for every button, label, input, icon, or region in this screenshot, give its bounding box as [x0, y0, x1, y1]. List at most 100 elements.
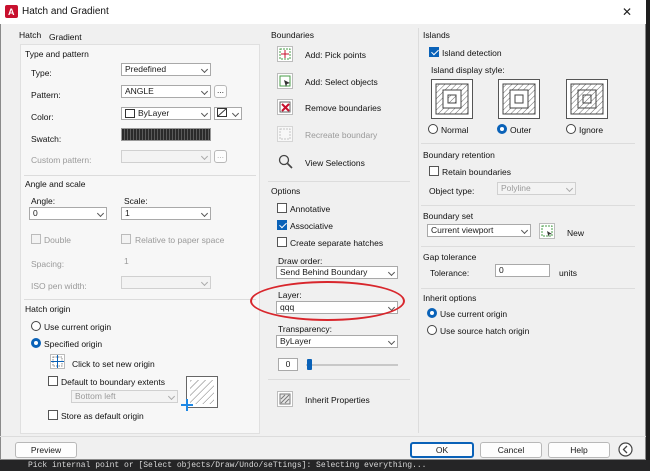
island-ignore-preview[interactable] — [566, 79, 608, 119]
transparency-slider-thumb[interactable] — [307, 359, 312, 370]
color-select[interactable]: ByLayer — [121, 107, 211, 120]
island-normal-preview[interactable] — [431, 79, 473, 119]
store-default-origin-checkbox[interactable] — [48, 410, 58, 420]
spacing-value[interactable]: 1 — [124, 256, 129, 266]
help-button[interactable]: Help — [548, 442, 610, 458]
angle-scale-title: Angle and scale — [25, 179, 86, 189]
object-type-value: Polyline — [501, 183, 531, 193]
remove-boundaries-button[interactable] — [277, 99, 293, 115]
island-outer-radio[interactable] — [497, 124, 507, 134]
island-detection-checkbox[interactable] — [429, 47, 439, 57]
view-selections-label[interactable]: View Selections — [305, 158, 365, 168]
pattern-swatch-preview[interactable] — [121, 128, 211, 141]
use-current-origin-label: Use current origin — [44, 322, 112, 332]
associative-checkbox[interactable] — [277, 220, 287, 230]
island-style-label: Island display style: — [431, 65, 505, 75]
scale-select[interactable]: 1 — [121, 207, 211, 220]
type-select[interactable]: Predefined — [121, 63, 211, 76]
cancel-button[interactable]: Cancel — [480, 442, 542, 458]
select-objects-icon — [279, 75, 291, 87]
add-select-objects-button[interactable] — [277, 73, 293, 89]
tab-gradient[interactable]: Gradient — [49, 32, 82, 42]
specified-origin-radio[interactable] — [31, 338, 41, 348]
chevron-down-icon — [200, 278, 209, 287]
divider — [268, 181, 410, 182]
island-outer-preview[interactable] — [498, 79, 540, 119]
transparency-slider-track[interactable] — [306, 364, 398, 366]
custom-pattern-select[interactable] — [121, 150, 211, 163]
recreate-boundary-icon — [279, 128, 291, 140]
new-boundary-set-button[interactable] — [539, 223, 555, 239]
retain-boundaries-checkbox[interactable] — [429, 166, 439, 176]
island-detection-label: Island detection — [442, 48, 502, 58]
extents-position-select[interactable]: Bottom left — [71, 390, 178, 403]
color-label: Color: — [31, 112, 54, 122]
object-type-select[interactable]: Polyline — [497, 182, 576, 195]
inherit-properties-button[interactable] — [277, 391, 293, 407]
chevron-down-icon — [387, 337, 396, 346]
double-checkbox[interactable] — [31, 234, 41, 244]
type-label: Type: — [31, 68, 52, 78]
no-fill-icon — [216, 108, 228, 118]
divider — [268, 379, 410, 380]
autocad-app-icon: A — [5, 5, 18, 18]
click-set-origin-label: Click to set new origin — [72, 359, 155, 369]
remove-boundaries-label[interactable]: Remove boundaries — [305, 103, 381, 113]
annotative-checkbox[interactable] — [277, 203, 287, 213]
custom-pattern-browse-button[interactable]: ... — [214, 150, 227, 163]
pattern-label: Pattern: — [31, 90, 61, 100]
iso-pen-width-select[interactable] — [121, 276, 211, 289]
island-normal-radio[interactable] — [428, 124, 438, 134]
click-set-origin-button[interactable] — [50, 354, 65, 369]
chevron-left-circle-icon — [618, 442, 633, 457]
column-divider — [418, 28, 419, 433]
inherit-properties-icon — [279, 393, 291, 405]
inherit-current-origin-radio[interactable] — [427, 308, 437, 318]
inherit-options-title: Inherit options — [423, 293, 477, 303]
angle-label: Angle: — [31, 196, 56, 206]
store-default-origin-label: Store as default origin — [61, 411, 144, 421]
tab-hatch[interactable]: Hatch — [19, 30, 41, 40]
tolerance-units-label: units — [559, 268, 577, 278]
inherit-source-origin-label: Use source hatch origin — [440, 326, 530, 336]
recreate-boundary-button[interactable] — [277, 126, 293, 142]
relative-paper-checkbox[interactable] — [121, 234, 131, 244]
add-select-objects-label[interactable]: Add: Select objects — [305, 77, 378, 87]
collapse-options-button[interactable] — [618, 442, 633, 457]
boundary-set-select[interactable]: Current viewport — [427, 224, 531, 237]
scale-value: 1 — [125, 208, 130, 218]
island-ignore-radio[interactable] — [566, 124, 576, 134]
inherit-source-origin-radio[interactable] — [427, 325, 437, 335]
new-boundary-set-icon — [541, 225, 553, 237]
window-title: Hatch and Gradient — [22, 6, 109, 17]
inherit-properties-label[interactable]: Inherit Properties — [305, 395, 370, 405]
add-pick-points-label[interactable]: Add: Pick points — [305, 50, 366, 60]
island-ignore-label: Ignore — [579, 125, 604, 135]
close-icon[interactable]: ✕ — [622, 5, 632, 19]
pattern-browse-button[interactable]: ... — [214, 85, 227, 98]
island-normal-label: Normal — [441, 125, 469, 135]
preview-button[interactable]: Preview — [15, 442, 77, 458]
tolerance-input[interactable]: 0 — [495, 264, 550, 277]
view-selections-button[interactable] — [278, 154, 294, 170]
use-current-origin-radio[interactable] — [31, 321, 41, 331]
separate-hatches-checkbox[interactable] — [277, 237, 287, 247]
separate-hatches-label: Create separate hatches — [290, 238, 384, 248]
double-label: Double — [44, 235, 71, 245]
draw-order-select[interactable]: Send Behind Boundary — [276, 266, 398, 279]
pattern-value: ANGLE — [125, 86, 154, 96]
relative-paper-label: Relative to paper space — [135, 235, 225, 245]
chevron-down-icon — [200, 65, 209, 74]
chevron-down-icon — [200, 209, 209, 218]
add-pick-points-button[interactable] — [277, 46, 293, 62]
background-color-select[interactable] — [214, 107, 242, 120]
ok-button[interactable]: OK — [410, 442, 474, 458]
angle-select[interactable]: 0 — [29, 207, 107, 220]
magnifier-icon — [278, 154, 293, 169]
island-outer-label: Outer — [510, 125, 532, 135]
transparency-amount-input[interactable]: 0 — [278, 358, 298, 371]
red-annotation-ellipse — [250, 281, 405, 321]
default-extents-checkbox[interactable] — [48, 376, 58, 386]
transparency-select[interactable]: ByLayer — [276, 335, 398, 348]
pattern-select[interactable]: ANGLE — [121, 85, 211, 98]
